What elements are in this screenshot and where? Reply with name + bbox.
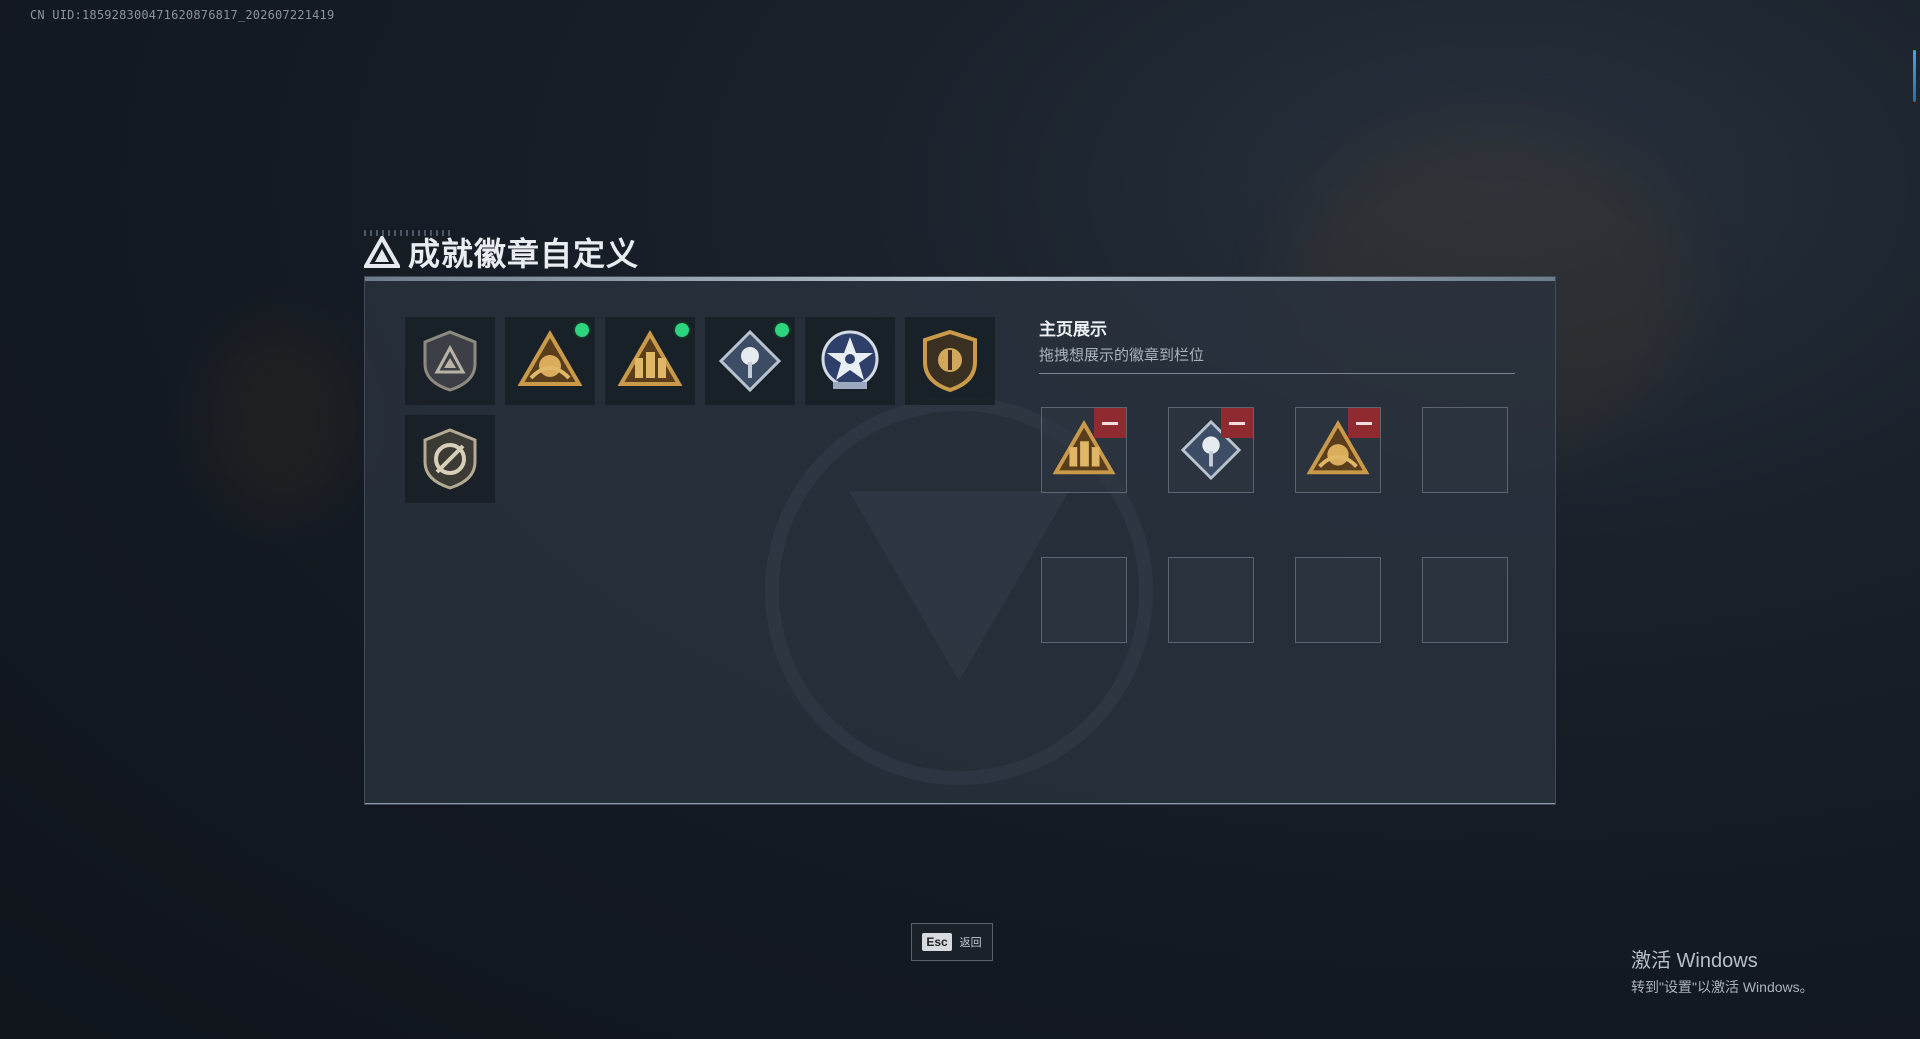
badge-cell[interactable] <box>605 317 695 405</box>
new-indicator-dot <box>775 323 789 337</box>
badge-cell[interactable] <box>405 415 495 503</box>
homepage-showcase-header: 主页展示 拖拽想展示的徽章到栏位 <box>1039 315 1515 374</box>
badge-cell[interactable] <box>505 317 595 405</box>
back-label: 返回 <box>959 937 982 949</box>
blue-star-medal-badge-icon <box>821 330 879 389</box>
slash-shield-badge-icon <box>423 428 477 490</box>
back-button[interactable]: Esc 返回 <box>911 923 993 961</box>
activation-title: 激活 Windows <box>1631 950 1758 972</box>
showcase-slots <box>1041 407 1511 643</box>
showcase-title: 主页展示 <box>1039 320 1107 339</box>
remove-badge-button[interactable] <box>1348 408 1380 438</box>
silver-diamond-rose-badge-icon <box>718 329 782 393</box>
triangle-logo-icon <box>364 236 400 268</box>
gold-triangle-squad-badge-icon <box>617 330 683 386</box>
scroll-indicator[interactable] <box>1913 50 1916 102</box>
new-indicator-dot <box>675 323 689 337</box>
remove-badge-button[interactable] <box>1221 408 1253 438</box>
badge-customize-panel: 主页展示 拖拽想展示的徽章到栏位 <box>364 276 1556 805</box>
minus-icon <box>1102 421 1118 425</box>
uid-label: CN UID:185928300471620876817_20260722141… <box>30 8 335 22</box>
minus-icon <box>1356 421 1372 425</box>
showcase-slot-empty[interactable] <box>1295 557 1381 643</box>
gold-triangle-fist-badge-icon <box>517 330 583 386</box>
badge-cell[interactable] <box>905 317 995 405</box>
badge-cell[interactable] <box>405 317 495 405</box>
badge-cell[interactable] <box>805 317 895 405</box>
showcase-slot-empty[interactable] <box>1422 407 1508 493</box>
minus-icon <box>1229 421 1245 425</box>
windows-activation-watermark: 激活 Windows 转到"设置"以激活 Windows。 <box>1631 944 1814 997</box>
gold-emblem-shield-badge-icon <box>923 329 977 393</box>
remove-badge-button[interactable] <box>1094 408 1126 438</box>
showcase-slot[interactable] <box>1295 407 1381 493</box>
shield-triangle-badge-icon <box>423 330 477 392</box>
activation-subtitle: 转到"设置"以激活 Windows。 <box>1631 979 1814 995</box>
showcase-slot[interactable] <box>1041 407 1127 493</box>
page-header: 成就徽章自定义 <box>364 232 640 273</box>
badge-collection <box>405 317 1005 503</box>
divider <box>1039 373 1515 374</box>
showcase-slot-empty[interactable] <box>1422 557 1508 643</box>
showcase-subtitle: 拖拽想展示的徽章到栏位 <box>1039 347 1205 364</box>
showcase-slot[interactable] <box>1168 407 1254 493</box>
showcase-slot-empty[interactable] <box>1041 557 1127 643</box>
new-indicator-dot <box>575 323 589 337</box>
esc-key: Esc <box>922 933 952 951</box>
background-glow <box>200 320 360 520</box>
showcase-slot-empty[interactable] <box>1168 557 1254 643</box>
badge-cell[interactable] <box>705 317 795 405</box>
page-title: 成就徽章自定义 <box>408 235 640 273</box>
